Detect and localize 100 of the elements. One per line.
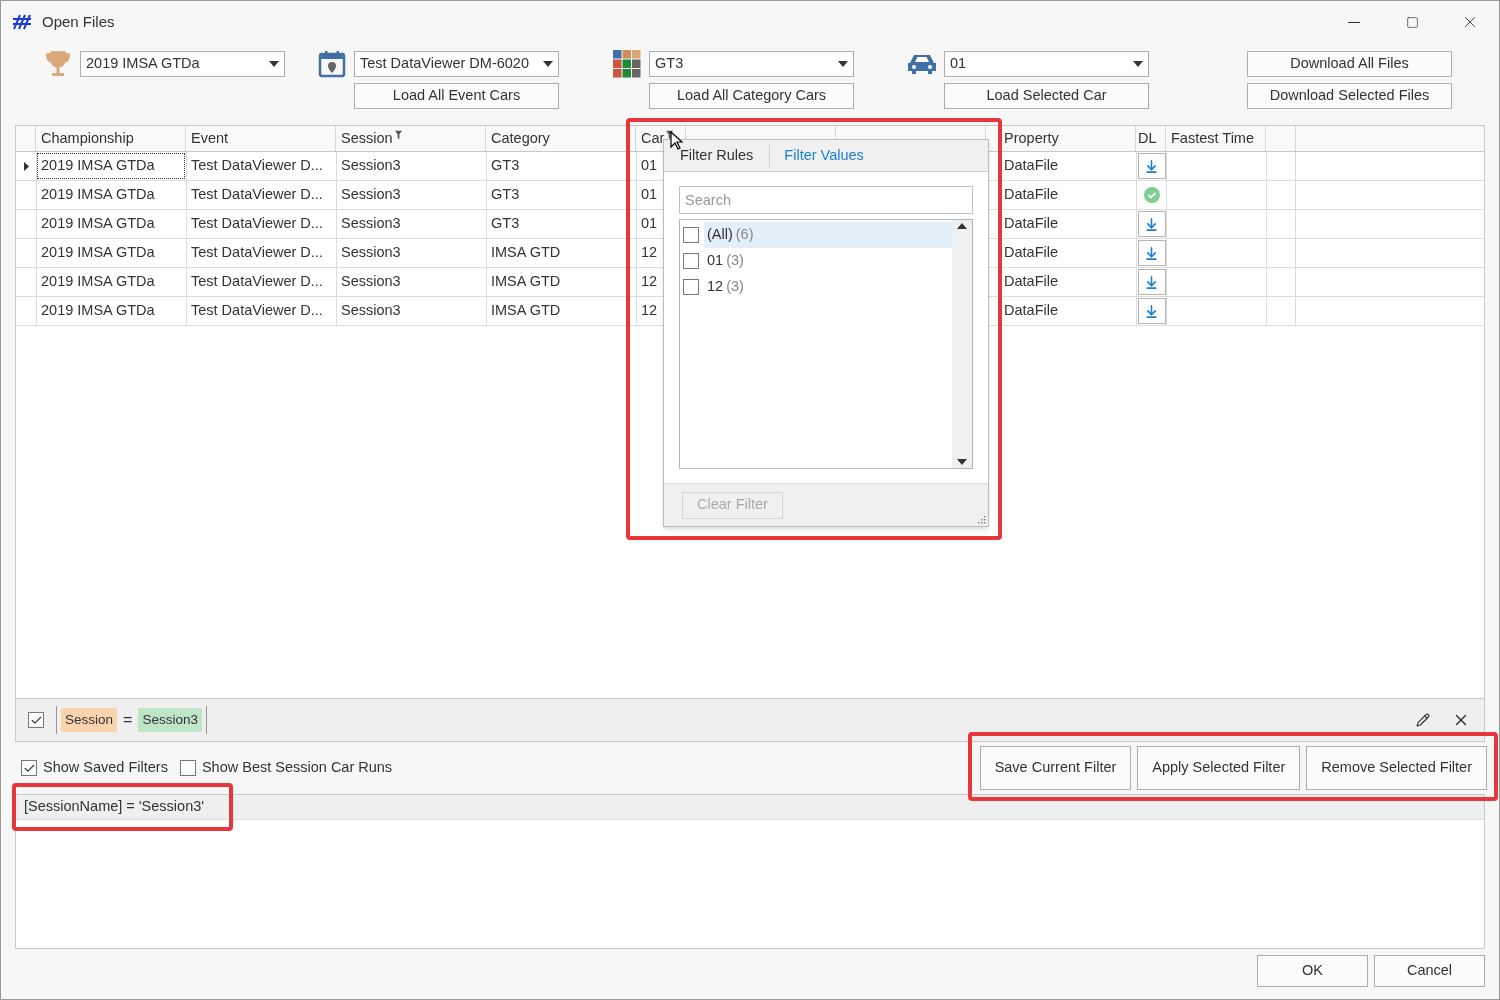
table-cell-text: Session3 [340,214,402,234]
table-cell-text: 12 [640,243,659,263]
table-cell-text: DataFile [1003,301,1058,321]
calendar-pin-icon [318,50,346,78]
table-cell-text: Session3 [340,243,402,263]
table-cell-text: Test DataViewer D... [190,301,324,321]
download-icon [1144,158,1159,174]
table-cell-text: 01 [640,156,659,176]
table-cell-text: Session3 [340,272,402,292]
table-cell-text: 2019 IMSA GTDa [40,156,156,176]
scrollbar[interactable] [952,220,972,468]
checkbox[interactable] [683,227,699,243]
checkbox[interactable] [683,253,699,269]
table-cell-text: IMSA GTD [490,243,562,263]
window-title: Open Files [42,11,115,32]
caret-icon [838,61,848,67]
checkbox[interactable] [21,760,37,776]
table-cell-text: Session3 [340,156,402,176]
search-field[interactable]: Search [679,186,973,214]
filter-value-item[interactable]: 12 (3) [704,274,952,300]
table-cell-text: Session3 [340,301,402,321]
table-cell-text: 2019 IMSA GTDa [40,272,156,292]
table-cell-text: 2019 IMSA GTDa [40,214,156,234]
dropdown[interactable]: 01 [944,51,1149,77]
load-button[interactable]: Load All Category Cars [649,83,854,109]
table-cell-text: DataFile [1003,243,1058,263]
caret-icon [1133,61,1143,67]
table-cell-text: DataFile [1003,272,1058,292]
filter-action-button[interactable]: Apply Selected Filter [1137,746,1301,790]
filter-value-item[interactable]: (All) (6) [704,222,952,248]
table-cell-text: 2019 IMSA GTDa [40,301,156,321]
column-header[interactable]: Category [486,126,636,151]
minimize-icon [1348,21,1360,23]
dropdown[interactable]: GT3 [649,51,854,77]
filter-value-tag[interactable]: Session3 [138,707,202,733]
app-logo-icon [12,12,32,32]
dropdown[interactable]: 2019 IMSA GTDa [80,51,285,77]
column-header[interactable]: Event [186,126,336,151]
table-cell-text: 2019 IMSA GTDa [40,243,156,263]
table-cell-text: GT3 [490,156,521,176]
table-cell-text: Test DataViewer D... [190,185,324,205]
table-cell-text: DataFile [1003,185,1058,205]
table-cell-text: GT3 [490,214,521,234]
table-cell-text: Test DataViewer D... [190,272,324,292]
filter-value-item[interactable]: 01 (3) [704,248,952,274]
table-cell-text: GT3 [490,185,521,205]
saved-filter-row[interactable]: [SessionName] = 'Session3' [16,795,1484,820]
resize-grip-icon [978,516,986,524]
current-row-icon [23,161,29,171]
download-button[interactable] [1137,211,1166,237]
table-cell-text: Test DataViewer D... [190,243,324,263]
download-button[interactable] [1137,153,1166,179]
load-button[interactable]: Load All Event Cars [354,83,559,109]
filter-operator[interactable]: = [123,708,133,732]
download-button[interactable] [1137,298,1166,324]
table-cell-text: DataFile [1003,156,1058,176]
scroll-up-icon [957,223,967,229]
dialog-button[interactable]: Cancel [1374,955,1485,987]
dropdown[interactable]: Test DataViewer DM-6020 [354,51,559,77]
filter-icon [394,129,402,140]
table-cell-text: Test DataViewer D... [190,156,324,176]
filter-field-tag[interactable]: Session [61,707,118,733]
car-icon [907,53,937,75]
download-icon [1144,216,1159,232]
color-grid-icon [613,50,641,78]
column-header[interactable]: Championship [36,126,186,151]
checkbox[interactable] [683,279,699,295]
scroll-down-icon [957,459,967,465]
table-cell-text: 2019 IMSA GTDa [40,185,156,205]
download-icon [1144,303,1159,319]
download-icon [1144,245,1159,261]
maximize-icon [1405,15,1419,29]
option-label: Show Saved Filters [43,758,168,778]
download-button[interactable] [1137,240,1166,266]
table-cell-text: 01 [640,214,659,234]
load-button[interactable]: Load Selected Car [944,83,1149,109]
table-cell-text: 12 [640,301,659,321]
filter-action-button[interactable]: Remove Selected Filter [1306,746,1487,790]
table-cell-text: IMSA GTD [490,301,562,321]
table-cell-text: Session3 [340,185,402,205]
download-button[interactable] [1137,269,1166,295]
column-header[interactable]: Session [336,126,486,151]
filter-tab[interactable]: Filter Values [769,144,866,167]
table-cell-text: Test DataViewer D... [190,214,324,234]
option-label: Show Best Session Car Runs [201,758,393,778]
checkbox[interactable] [179,760,196,776]
table-cell-text: IMSA GTD [490,272,562,292]
table-cell-text: 12 [640,272,659,292]
filter-action-button[interactable]: Save Current Filter [979,746,1132,790]
column-header[interactable]: Fastest Time [1166,126,1266,151]
download-button[interactable]: Download All Files [1247,51,1452,77]
table-cell-text: 01 [640,185,659,205]
trophy-icon [44,50,72,78]
checkbox[interactable] [28,712,44,728]
table-cell-text: DataFile [1003,214,1058,234]
edit-filter-button[interactable] [1416,713,1430,727]
caret-icon [269,61,279,67]
download-button[interactable]: Download Selected Files [1247,83,1452,109]
dialog-button[interactable]: OK [1257,955,1368,987]
column-header[interactable]: DL [1136,126,1166,151]
